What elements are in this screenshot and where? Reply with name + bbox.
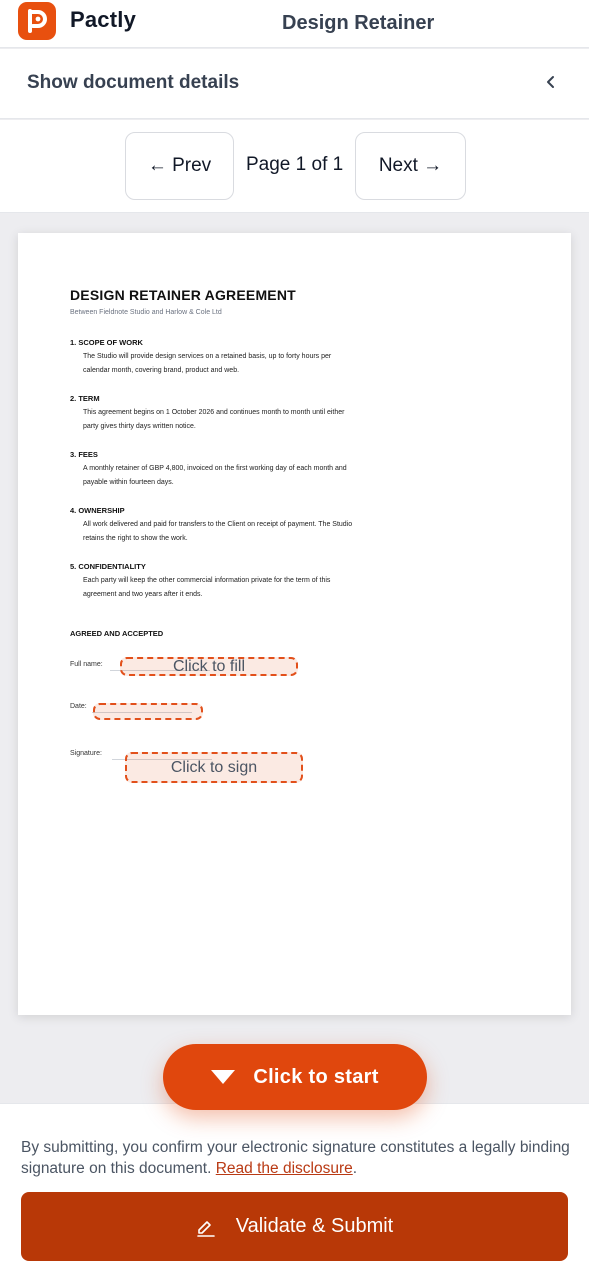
date-label: Date:: [70, 703, 87, 710]
disclaimer-end: .: [352, 1160, 358, 1177]
section-body: This agreement begins on 1 October 2026 …: [83, 409, 345, 430]
section-heading: 4. OWNERSHIP: [70, 506, 125, 515]
pactly-logo-icon: [18, 2, 56, 40]
document-title: Design Retainer: [282, 12, 435, 34]
click-to-start-button[interactable]: Click to start: [163, 1044, 427, 1110]
section-body: The Studio will provide design services …: [83, 353, 332, 374]
page-navigation: ← Prev Page 1 of 1 Next →: [0, 120, 589, 213]
section-body: A monthly retainer of GBP 4,800, invoice…: [83, 465, 347, 486]
page-indicator: Page 1 of 1: [246, 154, 344, 175]
section-body: Each party will keep the other commercia…: [83, 577, 331, 598]
section-scope: 1. SCOPE OF WORK The Studio will provide…: [70, 338, 360, 378]
top-bar: Pactly Design Retainer: [0, 0, 589, 48]
section-ownership: 4. OWNERSHIP All work delivered and paid…: [70, 506, 360, 546]
next-page-button[interactable]: Next →: [355, 132, 466, 200]
full-name-field[interactable]: Click to fill: [120, 657, 298, 676]
chevron-left-icon: [547, 76, 554, 88]
agreed-heading: AGREED AND ACCEPTED: [70, 629, 164, 638]
prev-page-button[interactable]: ← Prev: [125, 132, 234, 200]
click-to-start-label: Click to start: [253, 1065, 379, 1088]
section-heading: 5. CONFIDENTIALITY: [70, 562, 146, 571]
section-heading: 3. FEES: [70, 450, 98, 459]
section-fees: 3. FEES A monthly retainer of GBP 4,800,…: [70, 450, 360, 490]
signature-field[interactable]: Click to sign: [125, 752, 303, 783]
signature-disclaimer: By submitting, you confirm your electron…: [21, 1137, 571, 1179]
read-disclosure-link[interactable]: Read the disclosure: [216, 1160, 353, 1177]
brand-name: Pactly: [70, 7, 137, 32]
submit-footer: By submitting, you confirm your electron…: [0, 1103, 589, 1278]
section-confidentiality: 5. CONFIDENTIALITY Each party will keep …: [70, 562, 360, 602]
full-name-label: Full name:: [70, 661, 103, 668]
signature-pen-icon: [196, 1217, 216, 1237]
date-field[interactable]: [93, 703, 203, 720]
triangle-down-icon: [211, 1070, 236, 1084]
section-heading: 1. SCOPE OF WORK: [70, 338, 143, 347]
document-page: DESIGN RETAINER AGREEMENT Between Fieldn…: [18, 233, 571, 1015]
agreement-parties: Between Fieldnote Studio and Harlow & Co…: [70, 309, 222, 316]
signature-label: Signature:: [70, 750, 102, 757]
section-heading: 2. TERM: [70, 394, 100, 403]
agreement-title: DESIGN RETAINER AGREEMENT: [70, 287, 296, 303]
section-term: 2. TERM This agreement begins on 1 Octob…: [70, 394, 360, 434]
document-details-toggle[interactable]: Show document details: [0, 49, 589, 119]
document-details-label: Show document details: [27, 72, 240, 93]
validate-submit-label: Validate & Submit: [235, 1215, 394, 1237]
section-body: All work delivered and paid for transfer…: [83, 521, 353, 542]
validate-submit-button[interactable]: Validate & Submit: [21, 1192, 568, 1261]
